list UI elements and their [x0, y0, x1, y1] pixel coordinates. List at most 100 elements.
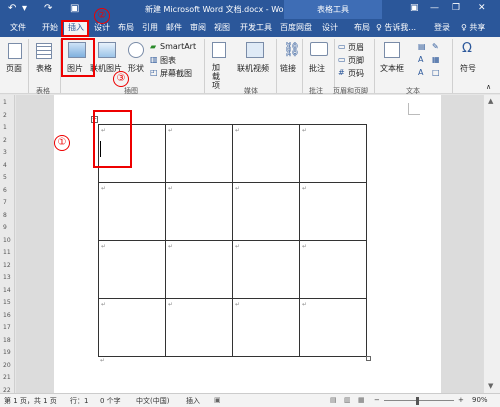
footer-button[interactable]: 页脚 [348, 55, 364, 66]
drop-cap-icon[interactable]: A [418, 68, 423, 77]
paragraph-mark: ↵ [101, 185, 107, 192]
web-layout-icon[interactable]: ▦ [358, 396, 365, 404]
online-video-icon[interactable] [246, 42, 264, 58]
header-icon[interactable]: ▭ [338, 42, 346, 51]
zoom-level[interactable]: 90% [472, 396, 488, 404]
table-cell[interactable]: ↵ [299, 240, 367, 299]
symbol-button-label[interactable]: 符号 [460, 63, 476, 74]
table-cell[interactable]: ↵ [165, 298, 233, 357]
paragraph-mark: ↵ [235, 127, 241, 134]
ruler-tick: 12 [3, 261, 11, 269]
table-cell[interactable]: ↵ [232, 240, 300, 299]
tab-table-layout[interactable]: 布局 [354, 22, 370, 33]
chart-icon[interactable]: ▥ [150, 55, 158, 64]
footer-icon[interactable]: ▭ [338, 55, 346, 64]
addins-button-label[interactable]: 加载项 [212, 63, 226, 90]
tab-references[interactable]: 引用 [142, 22, 158, 33]
comment-icon[interactable] [310, 42, 328, 56]
screenshot-icon[interactable]: ◰ [150, 68, 158, 77]
share-button[interactable]: ♀ 共享 [461, 22, 485, 33]
ruler-tick: 19 [3, 349, 11, 356]
smartart-icon[interactable]: ▰ [150, 42, 156, 51]
zoom-out-button[interactable]: − [374, 396, 380, 404]
date-time-icon[interactable]: ▦ [432, 55, 440, 64]
page-count[interactable]: 第 1 页，共 1 页 [4, 396, 57, 406]
save-icon[interactable]: ▣ [70, 3, 79, 15]
chart-button[interactable]: 图表 [160, 55, 176, 66]
tab-table-design[interactable]: 设计 [322, 22, 338, 33]
word-count[interactable]: 0 个字 [100, 396, 121, 406]
shapes-button-label[interactable]: 形状 [128, 63, 144, 74]
table-cell[interactable]: ↵ [165, 124, 233, 183]
comment-button-label[interactable]: 批注 [309, 63, 325, 74]
table-cell[interactable]: ↵ [98, 298, 166, 357]
vertical-scrollbar[interactable]: ▲ ▼ [483, 95, 500, 393]
ribbon-display-icon[interactable]: ▣ [410, 3, 419, 13]
table-cell[interactable]: ↵ [299, 182, 367, 241]
page-icon[interactable] [8, 43, 22, 59]
table-button-label[interactable]: 表格 [36, 63, 52, 74]
table-cell[interactable]: ↵ [299, 124, 367, 183]
redo-icon[interactable]: ↷ [44, 3, 52, 15]
tab-mailings[interactable]: 邮件 [166, 22, 182, 33]
table-cell[interactable]: ↵ [98, 240, 166, 299]
line-number: 行：1 [70, 397, 89, 405]
collapse-ribbon-icon[interactable]: ∧ [486, 83, 491, 91]
tab-developer[interactable]: 开发工具 [240, 22, 272, 33]
online-picture-icon[interactable] [98, 42, 116, 58]
tab-review[interactable]: 审阅 [190, 22, 206, 33]
undo-dropdown-icon[interactable]: ▾ [22, 3, 27, 15]
zoom-in-button[interactable]: + [458, 396, 464, 404]
read-mode-icon[interactable]: ▤ [330, 396, 337, 404]
tab-baidu-netdisk[interactable]: 百度网盘 [280, 22, 312, 33]
link-button-label[interactable]: 链接 [280, 63, 296, 74]
language-indicator[interactable]: 中文(中国) [136, 396, 169, 406]
table-cell[interactable]: ↵ [232, 182, 300, 241]
tab-file[interactable]: 文件 [10, 22, 26, 33]
table-cell[interactable]: ↵ [299, 298, 367, 357]
scroll-down-icon[interactable]: ▼ [488, 382, 493, 390]
quick-parts-icon[interactable]: ▤ [418, 42, 426, 51]
close-button[interactable]: ✕ [478, 3, 486, 13]
table-cell[interactable]: ↵ [232, 298, 300, 357]
textbox-icon[interactable] [384, 42, 400, 58]
tab-layout[interactable]: 布局 [118, 22, 134, 33]
textbox-button-label[interactable]: 文本框 [380, 63, 404, 74]
signature-line-icon[interactable]: ✎ [432, 42, 439, 51]
print-layout-icon[interactable]: ▥ [344, 396, 351, 404]
page-button-label[interactable]: 页面 [6, 63, 22, 74]
zoom-slider-thumb[interactable] [416, 397, 419, 405]
restore-button[interactable]: ❐ [452, 3, 460, 13]
minimize-button[interactable]: — [430, 3, 439, 13]
header-button[interactable]: 页眉 [348, 42, 364, 53]
symbol-icon[interactable]: Ω [462, 41, 472, 56]
addins-icon[interactable] [212, 42, 226, 58]
table-icon[interactable] [36, 43, 52, 59]
ruler-tick: 14 [3, 286, 11, 294]
tab-view[interactable]: 视图 [214, 22, 230, 33]
link-icon[interactable]: ⛓ [283, 42, 301, 58]
page-number-icon[interactable]: # [338, 68, 345, 77]
shapes-icon[interactable] [128, 42, 144, 58]
smartart-button[interactable]: SmartArt [160, 42, 196, 51]
table-resize-handle[interactable] [366, 356, 371, 361]
object-icon[interactable]: □ [432, 68, 440, 77]
table-cell[interactable]: ↵ [165, 240, 233, 299]
ruler-tick: 6 [3, 186, 7, 194]
online-video-button-label[interactable]: 联机视频 [237, 63, 269, 74]
table-cell[interactable]: ↵ [98, 182, 166, 241]
tell-me-search[interactable]: ♀ 告诉我... [376, 22, 416, 33]
macro-record-icon[interactable]: ▣ [214, 396, 221, 404]
wordart-icon[interactable]: A [418, 55, 423, 64]
table-cell[interactable]: ↵ [232, 124, 300, 183]
undo-icon[interactable]: ↶ [8, 3, 16, 15]
tab-home[interactable]: 开始 [42, 22, 58, 33]
insert-mode[interactable]: 插入 [186, 396, 200, 406]
paragraph-mark: ↵ [235, 185, 241, 192]
sign-in-link[interactable]: 登录 [434, 22, 450, 33]
zoom-slider[interactable] [384, 400, 454, 401]
screenshot-button[interactable]: 屏幕截图 [160, 68, 192, 79]
scroll-up-icon[interactable]: ▲ [488, 97, 493, 105]
page-number-button[interactable]: 页码 [348, 68, 364, 79]
table-cell[interactable]: ↵ [165, 182, 233, 241]
